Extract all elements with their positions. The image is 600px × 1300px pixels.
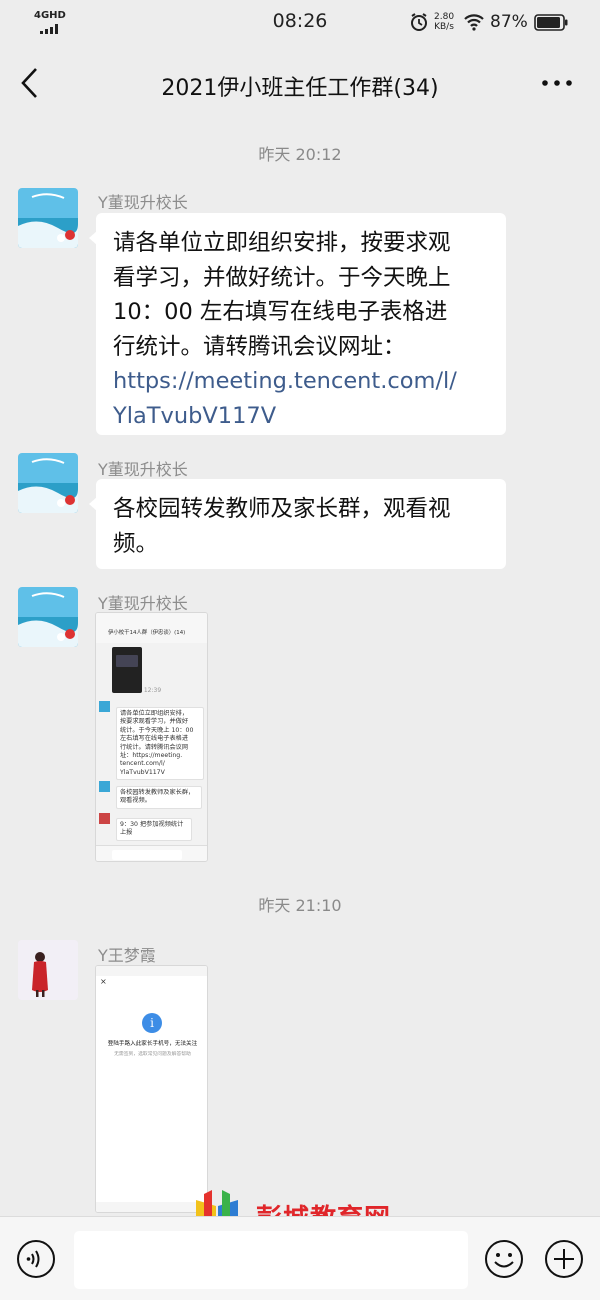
network-speed: 2.80 KB/s [434,12,454,32]
meeting-link[interactable]: https://meeting.tencent.com/l/ [113,364,489,399]
message-bubble[interactable]: 请各单位立即组织安排，按要求观 看学习，并做好统计。于今天晚上 10：00 左右… [89,213,506,435]
avatar[interactable] [18,587,78,647]
mini-message: 请各单位立即组织安排， 按要求观看学习，并做好 统计。于今天晚上 10：00 左右填写… [116,707,204,781]
message-line: 请各单位立即组织安排，按要求观 [113,230,451,256]
message-line: 频。 [113,530,159,557]
speed-unit: KB/s [434,22,454,32]
message-timestamp: 昨天 21:10 [258,896,342,915]
avatar[interactable] [18,188,78,248]
input-bar [0,1216,600,1300]
avatar-image [18,587,78,647]
mini-avatar [99,781,110,792]
sender-name: Y董现升校长 [98,594,188,613]
voice-input-icon[interactable] [16,1239,56,1279]
speed-value: 2.80 [434,12,455,22]
info-icon: i [142,1013,162,1033]
sender-name: Y董现升校长 [98,460,188,479]
more-options-icon[interactable] [540,78,574,88]
message-line: 看学习，并做好统计。于今天晚上 [113,264,451,291]
message-line: 10：00 左右填写在线电子表格进 [113,299,448,325]
message-timestamp: 昨天 20:12 [258,145,342,164]
avatar-image [18,188,78,248]
message-line: 各校园转发教师及家长群，观看视 [113,496,451,522]
screenshot-image[interactable]: × i 登陆手路入此家长手机号，无法关注 无需签到，选取常见问题及解答帮助 [95,965,208,1213]
battery-percent: 87% [490,12,528,32]
message-input[interactable] [74,1231,468,1289]
avatar-image [18,940,78,1000]
status-bar: 4GHD 08:26 2.80 KB/s 87% [0,0,600,44]
wifi-icon [464,14,484,31]
mini-header [96,613,207,643]
meeting-link[interactable]: YlaTvubV117V [113,399,489,434]
mini-avatar [99,701,110,712]
mini-message: 9：30 把参加视频统计 上报 [116,818,192,841]
avatar[interactable] [18,940,78,1000]
add-icon[interactable] [544,1239,584,1279]
mini-status [96,966,207,976]
mini-message: 各校园转发教师及家长群， 观看视频。 [116,786,202,809]
mini-input-bar [96,845,207,861]
mini-time: 12:39 [143,687,162,694]
sender-name: Y董现升校长 [98,193,188,212]
avatar[interactable] [18,453,78,513]
mini-close: × [100,977,107,986]
home-indicator [68,1295,532,1299]
mini-notice: 登陆手路入此家长手机号，无法关注 [107,1041,198,1047]
chat-header: 2021伊小班主任工作群(34) [0,44,600,124]
battery-icon [534,14,568,31]
chat-title: 2021伊小班主任工作群(34) [161,76,439,101]
emoji-icon[interactable] [484,1239,524,1279]
message-bubble[interactable]: 各校园转发教师及家长群，观看视 频。 [89,479,506,569]
message-line: 行统计。请转腾讯会议网址： [113,333,406,360]
alarm-icon [411,13,427,31]
sender-name: Y王梦霞 [98,946,156,965]
mini-title: 伊小校干14人群（伊忠谈）(14) [108,630,186,636]
mini-avatar [99,813,110,824]
mini-notice-sub: 无需签到，选取常见问题及解答帮助 [114,1052,191,1057]
avatar-image [18,453,78,513]
screenshot-image[interactable]: 伊小校干14人群（伊忠谈）(14) 12:39 请各单位立即组织安排， 按要求观看… [95,612,208,862]
